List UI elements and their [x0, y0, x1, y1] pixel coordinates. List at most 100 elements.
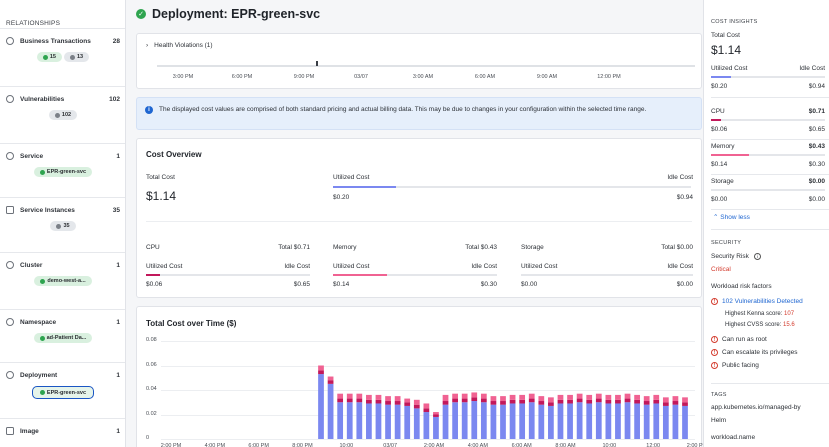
- chart-bar-segment[interactable]: [672, 396, 679, 402]
- chart-bar-segment[interactable]: [356, 402, 363, 439]
- chart-bar-segment[interactable]: [480, 398, 487, 403]
- relationship-row[interactable]: Business Transactions 28 15 13: [0, 28, 125, 86]
- chart-bar-segment[interactable]: [595, 402, 602, 439]
- chart-bar-segment[interactable]: [567, 403, 573, 439]
- chart-bar-segment[interactable]: [624, 398, 631, 403]
- relationship-row[interactable]: Image 1: [0, 418, 125, 447]
- chart-bar-segment[interactable]: [318, 370, 324, 375]
- chart-bar-segment[interactable]: [366, 403, 372, 439]
- chart-bar-segment[interactable]: [490, 401, 497, 405]
- chart-bar-segment[interactable]: [643, 401, 650, 405]
- chart-bar-segment[interactable]: [490, 396, 497, 402]
- chart-bar-segment[interactable]: [375, 394, 382, 400]
- chart-bar-segment[interactable]: [452, 398, 458, 403]
- chart-bar-segment[interactable]: [548, 405, 554, 439]
- chart-bar-segment[interactable]: [682, 405, 688, 439]
- chart-bar-segment[interactable]: [394, 401, 401, 405]
- chart-bar-segment[interactable]: [519, 394, 526, 400]
- chart-bar-segment[interactable]: [385, 401, 391, 405]
- relationship-chip[interactable]: ad-Patient Da...: [33, 333, 93, 343]
- chart-bar-segment[interactable]: [461, 402, 468, 439]
- chart-bar-segment[interactable]: [624, 393, 631, 399]
- relationship-chip[interactable]: 15: [36, 52, 62, 62]
- chart-bar-segment[interactable]: [634, 399, 640, 404]
- chart-bar-segment[interactable]: [605, 399, 612, 404]
- vulnerabilities-link[interactable]: 102 Vulnerabilities Detected: [722, 298, 803, 305]
- chart-bar-segment[interactable]: [519, 399, 526, 404]
- health-violations-toggle[interactable]: › Health Violations (1): [146, 42, 213, 49]
- chart-bar-segment[interactable]: [394, 404, 401, 439]
- relationship-row[interactable]: Service 1 EPR-green-svc: [0, 143, 125, 197]
- timeline-track[interactable]: [157, 65, 695, 67]
- chart-bar-segment[interactable]: [433, 414, 439, 417]
- relationship-chip[interactable]: EPR-green-svc: [33, 167, 93, 177]
- chart-bar-segment[interactable]: [346, 393, 353, 399]
- chart-bar-segment[interactable]: [595, 398, 602, 403]
- relationship-chip[interactable]: 102: [48, 110, 78, 120]
- info-circle-icon[interactable]: i: [753, 253, 761, 260]
- chart-bar-segment[interactable]: [653, 403, 660, 439]
- chart-bar-segment[interactable]: [337, 393, 344, 399]
- chart-bar-segment[interactable]: [500, 404, 506, 439]
- show-less-link[interactable]: ⌃ Show less: [713, 213, 750, 221]
- chart-bar-segment[interactable]: [586, 399, 593, 404]
- chart-bar-segment[interactable]: [500, 396, 506, 402]
- chart-bar-segment[interactable]: [318, 374, 324, 439]
- chart-bar-segment[interactable]: [653, 399, 660, 404]
- chart-bar-segment[interactable]: [385, 404, 391, 439]
- chart-bar-segment[interactable]: [528, 393, 535, 399]
- chart-bar-segment[interactable]: [461, 393, 468, 399]
- chart-bar-segment[interactable]: [509, 394, 516, 400]
- relationship-chip[interactable]: EPR-green-svc: [31, 386, 95, 399]
- chart-bar-segment[interactable]: [634, 403, 640, 439]
- chart-bar-segment[interactable]: [567, 399, 573, 404]
- chart-bar-segment[interactable]: [356, 393, 363, 399]
- chart-bar-segment[interactable]: [471, 392, 478, 398]
- chart-bar-segment[interactable]: [394, 396, 401, 402]
- chart-bar-segment[interactable]: [662, 402, 669, 406]
- chart-bar-segment[interactable]: [662, 405, 669, 439]
- chart-bar-segment[interactable]: [528, 398, 535, 403]
- relationship-row[interactable]: Service Instances 35 35: [0, 197, 125, 252]
- chart-bar-segment[interactable]: [576, 393, 583, 399]
- chart-bar-segment[interactable]: [337, 402, 344, 439]
- chart-bar-segment[interactable]: [567, 394, 573, 400]
- relationship-row[interactable]: Deployment 1 EPR-green-svc: [0, 362, 125, 418]
- chart-bar-segment[interactable]: [480, 402, 487, 439]
- chart-bar-segment[interactable]: [442, 394, 449, 402]
- chart-bar-segment[interactable]: [615, 403, 621, 439]
- chart-bar-segment[interactable]: [413, 399, 420, 405]
- chart-bar-segment[interactable]: [442, 404, 449, 439]
- chart-bar-segment[interactable]: [548, 402, 554, 406]
- chart-bar-segment[interactable]: [586, 403, 593, 439]
- chart-bar-segment[interactable]: [404, 405, 411, 439]
- relationship-chip[interactable]: demo-west-a...: [34, 276, 92, 286]
- chart-bar-segment[interactable]: [404, 398, 411, 403]
- chart-bar-segment[interactable]: [337, 398, 344, 403]
- chart-bar-segment[interactable]: [471, 397, 478, 402]
- chart-bar-segment[interactable]: [615, 399, 621, 404]
- chart-bar-segment[interactable]: [375, 403, 382, 439]
- chart-bar-segment[interactable]: [672, 401, 679, 405]
- relationship-row[interactable]: Vulnerabilities 102 102: [0, 86, 125, 143]
- chart-bar-segment[interactable]: [423, 412, 430, 439]
- chart-bar-segment[interactable]: [538, 401, 545, 405]
- chart-bar-segment[interactable]: [318, 365, 324, 371]
- chart-bar-segment[interactable]: [528, 402, 535, 439]
- chart-bar-segment[interactable]: [452, 393, 458, 399]
- chart-bar-segment[interactable]: [576, 398, 583, 403]
- chart-bar-segment[interactable]: [423, 408, 430, 413]
- chart-bar-segment[interactable]: [423, 403, 430, 409]
- chart-bar-segment[interactable]: [557, 394, 564, 400]
- chart-bar-segment[interactable]: [605, 403, 612, 439]
- chart-bar-segment[interactable]: [509, 399, 516, 404]
- chart-bar-segment[interactable]: [346, 402, 353, 439]
- chart-bar-segment[interactable]: [624, 402, 631, 439]
- timeline-event-marker[interactable]: [316, 61, 318, 66]
- chart-bar-segment[interactable]: [682, 397, 688, 403]
- chart-bar-segment[interactable]: [672, 404, 679, 439]
- chart-bar-segment[interactable]: [385, 396, 391, 402]
- chart-bar-segment[interactable]: [356, 398, 363, 403]
- chart-bar-segment[interactable]: [413, 404, 420, 409]
- chart-bar-segment[interactable]: [634, 394, 640, 400]
